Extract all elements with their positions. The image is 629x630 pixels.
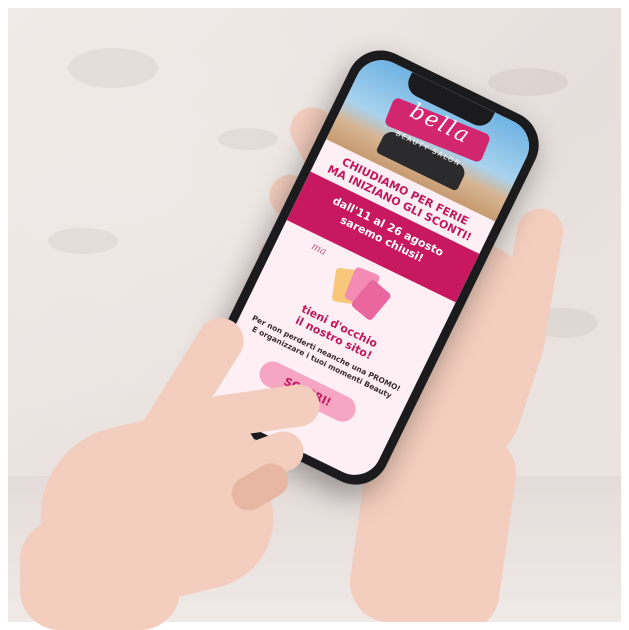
ma-script-text: ma — [309, 241, 329, 258]
wall-texture-spot — [218, 128, 278, 150]
wall-texture-spot — [68, 48, 158, 88]
wall-texture-spot — [488, 68, 568, 96]
left-hand-wrist — [20, 520, 180, 630]
wall-texture-spot — [48, 228, 118, 254]
